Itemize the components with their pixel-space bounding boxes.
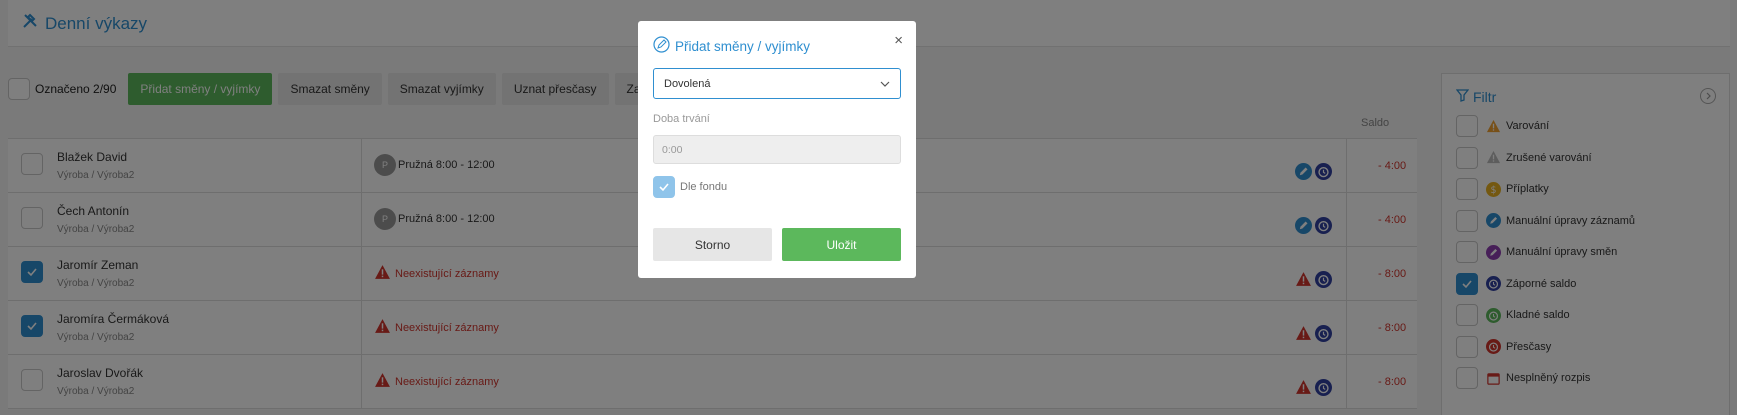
save-button[interactable]: Uložit xyxy=(782,228,901,261)
modal-title-text: Přidat směny / vyjímky xyxy=(675,38,811,54)
by-fund-option[interactable]: Dle fondu xyxy=(653,176,727,198)
close-icon[interactable]: × xyxy=(894,32,903,49)
chevron-down-icon xyxy=(880,78,890,90)
duration-label: Doba trvání xyxy=(653,113,710,125)
by-fund-checkbox[interactable] xyxy=(653,176,675,198)
exception-type-value: Dovolená xyxy=(664,77,711,90)
add-shifts-modal: Přidat směny / vyjímky × Dovolená Doba t… xyxy=(638,21,916,278)
by-fund-label: Dle fondu xyxy=(680,181,728,193)
duration-placeholder: 0:00 xyxy=(662,143,683,156)
duration-input[interactable]: 0:00 xyxy=(653,135,901,164)
cancel-button[interactable]: Storno xyxy=(653,228,772,261)
exception-type-select[interactable]: Dovolená xyxy=(653,68,901,99)
modal-title: Přidat směny / vyjímky xyxy=(653,36,810,56)
pencil-circle-icon xyxy=(653,36,670,56)
